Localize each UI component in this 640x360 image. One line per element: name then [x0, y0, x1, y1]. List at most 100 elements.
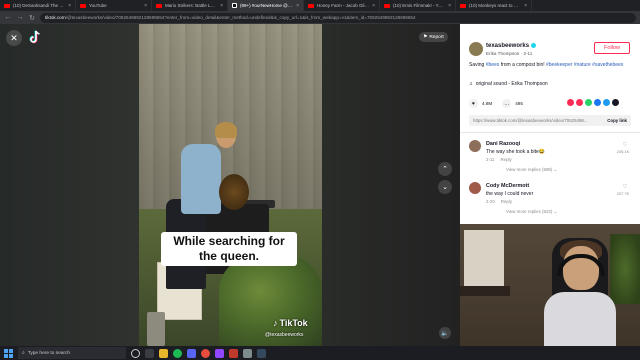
more-share-icon[interactable] [612, 99, 619, 106]
search-icon: ⌕ [22, 351, 25, 356]
watermark-handle: @texasbeeworks [265, 332, 304, 338]
like-count: 4.8M [482, 101, 493, 106]
commenter-name[interactable]: Cody McDermott [486, 183, 529, 189]
browser-tab[interactable]: Honey Farm - Jacob Glitch (POV)...× [304, 0, 380, 11]
facebook-share-icon[interactable] [594, 99, 601, 106]
hashtag-link[interactable]: #bees [486, 62, 500, 68]
sound-title: original sound - Erika Thompson [475, 81, 548, 87]
back-arrow-icon[interactable]: ← [4, 14, 12, 21]
sound-link[interactable]: ♫ original sound - Erika Thompson [469, 81, 548, 87]
browser-address-bar: ← → ↻ tiktok.com/@texasbeeworks/video/70… [0, 11, 640, 24]
forward-arrow-icon[interactable]: → [16, 14, 24, 21]
close-icon[interactable]: ✕ [6, 30, 22, 46]
windows-start-icon[interactable] [4, 348, 13, 358]
previous-video-icon[interactable]: ⌃ [438, 162, 452, 176]
whatsapp-share-icon[interactable] [585, 99, 592, 106]
beekeeper-body [181, 144, 221, 214]
view-more-replies-link[interactable]: View more replies (599) ⌄ [506, 167, 557, 173]
browser-tab[interactable]: YouTube × [76, 0, 152, 11]
reply-button[interactable]: Reply [501, 199, 512, 204]
music-note-icon: ♫ [469, 81, 473, 87]
reply-button[interactable]: Reply [500, 157, 511, 162]
browser-tab[interactable]: (10) Emis Filmmak! - YouTube× [380, 0, 456, 11]
discord-icon[interactable] [187, 348, 196, 358]
comment-count: 495 [515, 101, 523, 106]
twitch-icon[interactable] [215, 348, 224, 358]
comment-date: 2-20 [486, 199, 495, 204]
browser-tab[interactable]: (99+) #ourNewHome @tyme...× [228, 0, 304, 11]
report-button[interactable]: ⚑ Report [419, 32, 448, 42]
volume-icon[interactable]: 🔈 [439, 327, 451, 339]
tab-title: (10) Emis Filmmak! - YouTube [393, 3, 445, 8]
bee-smoker [147, 312, 165, 346]
hashtag-link[interactable]: #savethebees [592, 62, 623, 68]
bee-cluster [219, 174, 249, 210]
reload-icon[interactable]: ↻ [28, 14, 36, 22]
share-link-text[interactable]: https://www.tiktok.com/@texasbeeworks/vi… [469, 118, 603, 123]
browser-tab[interactable]: Mario Strikers: Battle League -...× [152, 0, 228, 11]
tab-close-icon[interactable]: × [144, 3, 147, 9]
chrome-icon[interactable] [201, 348, 210, 358]
video-description: Saving #bees from a compost bin! #beekee… [469, 62, 629, 69]
tiktok-icon [232, 3, 237, 8]
browser-tab-bar: (10) DeSantisandi The History of...×YouT… [0, 0, 640, 11]
friends-share-icon[interactable] [576, 99, 583, 106]
commenter-avatar[interactable] [469, 182, 481, 194]
tiktok-logo-icon[interactable] [29, 30, 41, 44]
tab-close-icon[interactable]: × [524, 3, 527, 9]
flag-icon: ⚑ [423, 34, 428, 40]
twitter-share-icon[interactable] [603, 99, 610, 106]
browser-tab[interactable]: (10) Monkeys react to magic...× [456, 0, 532, 11]
tab-title: YouTube [89, 3, 107, 8]
youtube-icon [308, 3, 314, 8]
windows-taskbar: ⌕ Type here to search [0, 346, 640, 360]
commenter-name[interactable]: Dani Razooqi [486, 141, 520, 147]
comment-heart-icon[interactable]: ♡ [619, 184, 631, 190]
url-input[interactable]: tiktok.com/@texasbeeworks/video/70625498… [40, 12, 636, 23]
file-explorer-icon[interactable] [159, 348, 168, 358]
tab-title: (10) DeSantisandi The History of... [13, 3, 66, 8]
commenter-avatar[interactable] [469, 140, 481, 152]
room-shelf [460, 286, 510, 296]
copy-link-button[interactable]: Copy link [603, 118, 631, 123]
comment-item: Cody McDermott the way I could never 2-20 R… [469, 182, 631, 218]
app-icon-red[interactable] [229, 348, 238, 358]
tab-close-icon[interactable]: × [296, 3, 299, 9]
author-handle[interactable]: texasbeeworks [486, 43, 537, 49]
watermark-note-icon: ♪ [273, 318, 278, 328]
comment-like-count: 207.7K [616, 191, 630, 196]
comment-heart-icon[interactable]: ♡ [619, 142, 631, 148]
post-date: 2-11 [523, 51, 533, 56]
browser-tab[interactable]: (10) DeSantisandi The History of...× [0, 0, 76, 11]
heart-icon[interactable]: ♥ [469, 99, 478, 108]
cortana-icon[interactable] [131, 348, 140, 358]
embed-share-icon[interactable] [567, 99, 574, 106]
share-buttons [567, 99, 619, 106]
room-plant [610, 234, 640, 304]
url-path: /@texasbeeworks/video/706254989212869965… [65, 15, 416, 20]
task-view-icon[interactable] [145, 348, 154, 358]
video-player[interactable]: While searching for the queen. ♪ TikTok … [139, 24, 322, 346]
view-more-replies-link[interactable]: View more replies (523) ⌄ [506, 209, 557, 215]
comment-item: Dani Razooqi The way she took a bite😂 2-11… [469, 140, 631, 176]
taskbar-search-input[interactable]: ⌕ Type here to search [18, 347, 126, 359]
tab-close-icon[interactable]: × [220, 3, 223, 9]
spotify-icon[interactable] [173, 348, 182, 358]
tab-close-icon[interactable]: × [68, 3, 71, 9]
follow-button[interactable]: Follow [594, 42, 630, 54]
tab-close-icon[interactable]: × [372, 3, 375, 9]
app-icon-gray[interactable] [243, 348, 252, 358]
next-video-icon[interactable]: ⌄ [438, 180, 452, 194]
comment-icon[interactable]: … [502, 99, 512, 108]
hashtag-link[interactable]: #beekeeper [546, 62, 572, 68]
author-avatar[interactable] [469, 42, 483, 56]
author-name: Erika Thompson [486, 51, 520, 56]
hashtag-link[interactable]: #nature [574, 62, 591, 68]
search-placeholder: Type here to search [27, 350, 71, 356]
app-icon-shield[interactable] [257, 348, 266, 358]
verified-badge-icon [531, 43, 537, 48]
engagement-metrics: ♥ 4.8M … 495 [469, 99, 523, 108]
video-stage: ✕ ⚑ Report While searching for the queen… [0, 24, 460, 346]
description-text: from a compost bin! [499, 62, 546, 68]
tab-close-icon[interactable]: × [448, 3, 451, 9]
